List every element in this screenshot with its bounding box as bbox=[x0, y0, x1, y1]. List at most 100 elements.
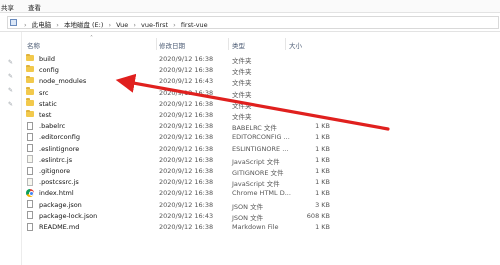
file-name: .postcssrc.js bbox=[39, 178, 79, 187]
file-size: 1 KB bbox=[315, 223, 330, 231]
folder-icon bbox=[26, 75, 34, 84]
file-size: 1 KB bbox=[315, 155, 330, 164]
file-date: 2020/9/12 16:43 bbox=[159, 211, 214, 220]
file-name: .eslintignore bbox=[39, 144, 80, 153]
file-name: .babelrc bbox=[39, 122, 66, 131]
file-row[interactable]: test 2020/9/12 16:38 文件夹 bbox=[22, 109, 500, 121]
file-name: .eslintrc.js bbox=[39, 155, 73, 164]
folder-icon bbox=[26, 87, 34, 95]
column-divider[interactable] bbox=[156, 38, 157, 50]
file-date: 2020/9/12 16:38 bbox=[159, 167, 214, 175]
column-header-type[interactable]: 类型 bbox=[232, 40, 245, 50]
file-name: README.md bbox=[39, 223, 80, 231]
file-name: package.json bbox=[39, 200, 82, 209]
file-size: 1 KB bbox=[315, 133, 330, 142]
file-row[interactable]: node_modules 2020/9/12 16:43 文件夹 bbox=[22, 75, 500, 87]
file-row[interactable]: build 2020/9/12 16:38 文件夹 bbox=[22, 53, 500, 65]
column-header-date[interactable]: 修改日期 bbox=[159, 40, 185, 50]
file-row[interactable]: .gitignore 2020/9/12 16:38 GITIGNORE 文件 1 K… bbox=[22, 165, 500, 177]
file-name: package-lock.json bbox=[39, 211, 98, 220]
file-name: .editorconfig bbox=[39, 133, 80, 142]
pin-icon[interactable]: ✎ bbox=[8, 87, 14, 94]
json-file-icon bbox=[27, 211, 33, 220]
breadcrumb-vue[interactable]: Vue bbox=[116, 21, 128, 29]
chevron-right-icon[interactable]: › bbox=[108, 21, 111, 29]
pin-icon[interactable]: ✎ bbox=[8, 101, 14, 108]
sort-caret-icon: ˄ bbox=[90, 35, 93, 42]
address-bar-region: › 此电脑 › 本地磁盘 (E:) › Vue › vue-first › fi… bbox=[0, 12, 500, 32]
file-size: 3 KB bbox=[315, 200, 330, 209]
file-name: node_modules bbox=[39, 77, 87, 86]
file-row[interactable]: src 2020/9/12 16:38 文件夹 bbox=[22, 87, 500, 99]
file-date: 2020/9/12 16:38 bbox=[159, 223, 214, 231]
file-row[interactable]: package-lock.json 2020/9/12 16:43 JSON 文件 6… bbox=[22, 210, 500, 222]
file-name: test bbox=[39, 111, 52, 119]
file-size: 1 KB bbox=[315, 144, 330, 153]
breadcrumb-first-vue[interactable]: first-vue bbox=[181, 21, 208, 29]
file-row[interactable]: .postcssrc.js 2020/9/12 16:38 JavaScript 文… bbox=[22, 176, 500, 188]
folder-icon bbox=[26, 53, 34, 61]
file-name: static bbox=[39, 99, 57, 108]
folder-icon bbox=[26, 64, 34, 73]
file-size: 608 KB bbox=[306, 211, 330, 220]
tab-share[interactable]: 共享 bbox=[1, 2, 14, 12]
folder-icon bbox=[26, 98, 34, 106]
file-row[interactable]: .babelrc 2020/9/12 16:38 BABELRC 文件 1 KB bbox=[22, 120, 500, 132]
ribbon-bar: 共享 查看 bbox=[0, 0, 500, 12]
file-name: src bbox=[39, 88, 49, 97]
js-file-icon bbox=[27, 155, 33, 164]
file-date: 2020/9/12 16:38 bbox=[159, 88, 214, 97]
file-date: 2020/9/12 16:38 bbox=[159, 200, 214, 209]
file-row[interactable]: package.json 2020/9/12 16:38 JSON 文件 3 KB bbox=[22, 199, 500, 211]
js-file-icon bbox=[27, 177, 33, 186]
file-icon bbox=[27, 144, 33, 153]
column-divider[interactable] bbox=[285, 38, 286, 50]
file-size: 1 KB bbox=[315, 189, 330, 198]
breadcrumb-this-pc[interactable]: 此电脑 bbox=[32, 19, 52, 29]
file-icon bbox=[27, 132, 33, 141]
column-header-row: ˄ 名称 修改日期 类型 大小 bbox=[22, 35, 500, 50]
file-icon bbox=[27, 121, 33, 130]
file-name: config bbox=[39, 66, 59, 75]
address-bar[interactable]: › 此电脑 › 本地磁盘 (E:) › Vue › vue-first › fi… bbox=[7, 16, 499, 29]
file-row[interactable]: .eslintignore 2020/9/12 16:38 ESLINTIGNORE… bbox=[22, 143, 500, 154]
json-file-icon bbox=[27, 200, 33, 209]
file-date: 2020/9/12 16:38 bbox=[159, 55, 214, 63]
file-size: 1 KB bbox=[315, 167, 330, 175]
pin-icon[interactable]: ✎ bbox=[8, 73, 14, 80]
chrome-icon bbox=[26, 188, 34, 197]
markdown-file-icon bbox=[27, 222, 33, 231]
column-divider[interactable] bbox=[228, 38, 229, 50]
file-row[interactable]: .editorconfig 2020/9/12 16:38 EDITORCONFIG… bbox=[22, 131, 500, 142]
file-date: 2020/9/12 16:38 bbox=[159, 155, 214, 164]
pin-icon[interactable]: ✎ bbox=[8, 59, 14, 66]
navigation-pane: ✎ ✎ ✎ ✎ bbox=[0, 32, 22, 265]
tab-view[interactable]: 查看 bbox=[28, 2, 41, 12]
file-size: 1 KB bbox=[315, 122, 330, 131]
file-row[interactable]: static 2020/9/12 16:38 文件夹 bbox=[22, 98, 500, 110]
file-row[interactable]: index.html 2020/9/12 16:38 Chrome HTML D..… bbox=[22, 187, 500, 198]
folder-icon bbox=[26, 109, 34, 117]
column-header-name[interactable]: 名称 bbox=[27, 40, 40, 50]
file-name: .gitignore bbox=[39, 167, 71, 175]
file-date: 2020/9/12 16:38 bbox=[159, 99, 214, 108]
file-row[interactable]: .eslintrc.js 2020/9/12 16:38 JavaScript 文件… bbox=[22, 154, 500, 166]
file-date: 2020/9/12 16:38 bbox=[159, 111, 214, 119]
file-row[interactable]: config 2020/9/12 16:38 文件夹 bbox=[22, 64, 500, 76]
file-date: 2020/9/12 16:38 bbox=[159, 122, 214, 131]
file-date: 2020/9/12 16:38 bbox=[159, 178, 214, 187]
file-date: 2020/9/12 16:38 bbox=[159, 133, 214, 142]
breadcrumb-vue-first[interactable]: vue-first bbox=[141, 21, 168, 29]
chevron-right-icon[interactable]: › bbox=[56, 21, 59, 29]
breadcrumb-local-disk[interactable]: 本地磁盘 (E:) bbox=[64, 19, 103, 29]
chevron-right-icon[interactable]: › bbox=[133, 21, 136, 29]
file-date: 2020/9/12 16:38 bbox=[159, 66, 214, 75]
file-name: index.html bbox=[39, 189, 74, 198]
file-date: 2020/9/12 16:38 bbox=[159, 189, 214, 198]
file-row[interactable]: README.md 2020/9/12 16:38 Markdown File 1 K… bbox=[22, 221, 500, 232]
chevron-right-icon[interactable]: › bbox=[24, 21, 27, 29]
file-icon bbox=[27, 166, 33, 175]
chevron-right-icon[interactable]: › bbox=[173, 21, 176, 29]
column-header-size[interactable]: 大小 bbox=[289, 40, 302, 50]
breadcrumb: › 此电脑 › 本地磁盘 (E:) › Vue › vue-first › fi… bbox=[21, 19, 208, 29]
